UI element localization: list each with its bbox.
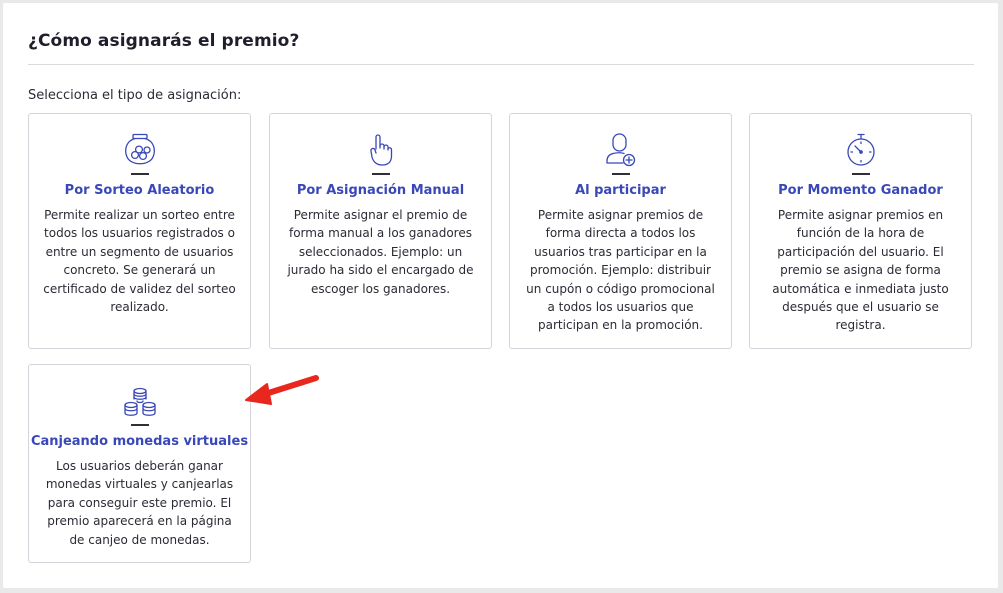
stopwatch-icon — [846, 133, 875, 166]
card-title: Canjeando monedas virtuales — [30, 434, 249, 449]
coins-stack-icon — [123, 387, 156, 416]
page-title: ¿Cómo asignarás el premio? — [28, 31, 300, 51]
card-title: Al participar — [575, 183, 666, 198]
card-description: Permite asignar premios de forma directa… — [526, 208, 715, 333]
title-divider — [28, 64, 974, 65]
card-description: Los usuarios deberán ganar monedas virtu… — [45, 459, 234, 547]
annotation-arrow — [245, 375, 319, 405]
card-title: Por Asignación Manual — [296, 183, 465, 198]
card-canjeando-monedas-virtuales[interactable]: Canjeando monedas virtuales Los usuarios… — [28, 364, 251, 563]
icon-underline — [851, 173, 870, 175]
card-por-sorteo-aleatorio[interactable]: Por Sorteo Aleatorio Permite realizar un… — [28, 113, 251, 349]
user-add-icon — [605, 133, 635, 167]
icon-underline — [130, 173, 149, 175]
card-title: Por Sorteo Aleatorio — [64, 183, 215, 198]
card-description: Permite asignar premios en función de la… — [772, 208, 949, 333]
card-description: Permite realizar un sorteo entre todos l… — [43, 208, 236, 315]
section-subtitle: Selecciona el tipo de asignación: — [28, 88, 242, 103]
card-por-momento-ganador[interactable]: Por Momento Ganador Permite asignar prem… — [749, 113, 972, 349]
hand-pointer-icon — [369, 134, 392, 166]
icon-underline — [130, 424, 149, 426]
card-title: Por Momento Ganador — [778, 183, 943, 198]
card-al-participar[interactable]: Al participar Permite asignar premios de… — [509, 113, 732, 349]
card-por-asignacion-manual[interactable]: Por Asignación Manual Permite asignar el… — [269, 113, 492, 349]
lottery-drum-icon — [124, 133, 155, 165]
icon-underline — [371, 173, 390, 175]
icon-underline — [611, 173, 630, 175]
card-description: Permite asignar el premio de forma manua… — [287, 208, 474, 296]
